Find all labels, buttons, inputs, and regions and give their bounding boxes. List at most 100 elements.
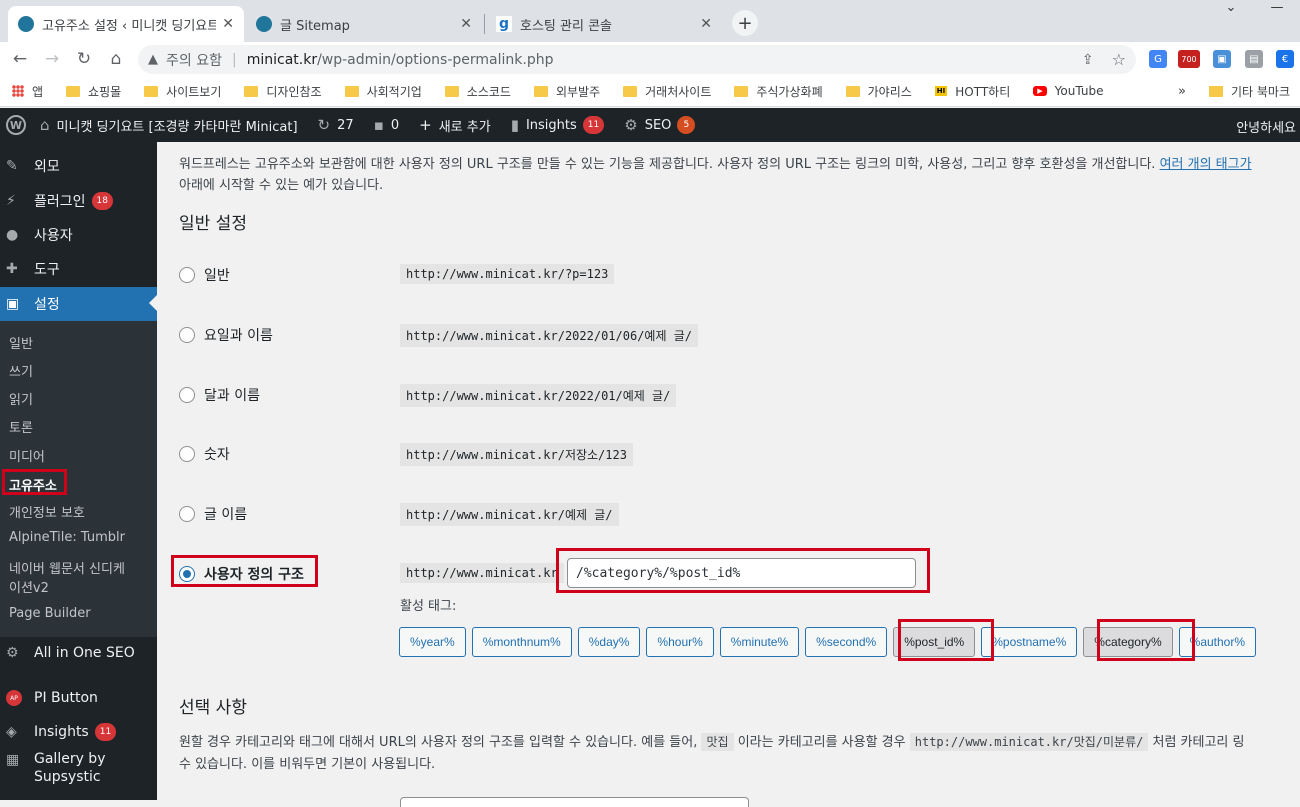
share-icon[interactable]: ⇪ <box>1082 52 1094 68</box>
forward-icon[interactable]: → <box>40 47 64 71</box>
bookmark-label: HOTT하티 <box>955 84 1011 99</box>
tab-search-icon[interactable]: ⌄ <box>1208 0 1254 20</box>
comments-link[interactable]: ▪ 0 <box>374 116 399 134</box>
menu-all-in-one-seo[interactable]: ⚙ All in One SEO <box>0 636 157 670</box>
bookmark-apps[interactable]: 앱 <box>12 83 43 100</box>
minimize-icon[interactable]: — <box>1254 0 1300 20</box>
close-icon[interactable]: ✕ <box>222 16 234 32</box>
submenu-naver-syndication-line2[interactable]: 이션v2 <box>9 577 49 596</box>
submenu-reading[interactable]: 읽기 <box>9 389 33 408</box>
radio-month-name[interactable] <box>179 387 195 403</box>
folder-icon <box>623 85 638 97</box>
optional-example-url: http://www.minicat.kr/맛집/미분류/ <box>909 733 1149 751</box>
bookmark-youtube[interactable]: ▶ YouTube <box>1033 84 1103 98</box>
home-icon[interactable]: ⌂ <box>104 47 128 71</box>
menu-gallery-supsystic[interactable]: ▦ Gallery by Supsystic <box>0 750 157 794</box>
custom-structure-prefix: http://www.minicat.kr <box>400 563 564 583</box>
apps-grid-icon <box>12 85 24 97</box>
tag-year[interactable]: %year% <box>399 627 466 657</box>
radio-plain[interactable] <box>179 267 195 283</box>
updates-link[interactable]: ↻ 27 <box>318 116 354 134</box>
submenu-alpinetile[interactable]: AlpineTile: Tumblr <box>9 530 125 545</box>
bookmarks-overflow-button[interactable]: » <box>1178 84 1186 99</box>
other-bookmarks[interactable]: 기타 북마크 <box>1208 83 1290 100</box>
menu-insights[interactable]: ◈ Insights 11 <box>0 715 157 749</box>
tag-author[interactable]: %author% <box>1178 627 1257 657</box>
browser-tab-hosting[interactable]: g 호스팅 관리 콘솔 ✕ <box>486 6 722 42</box>
wordpress-logo-icon[interactable]: W <box>6 115 26 135</box>
browser-tab-permalink[interactable]: 고유주소 설정 ‹ 미니캣 딩기요트 [조경량 ✕ <box>8 6 244 42</box>
submenu-naver-syndication[interactable]: 네이버 웹문서 신디케 <box>9 558 125 577</box>
address-bar[interactable]: ▲ 주의 요함 | minicat.kr/wp-admin/options-pe… <box>138 45 1136 74</box>
mail-extension-icon[interactable]: 700 <box>1178 50 1200 68</box>
bookmark-folder[interactable]: 사회적기업 <box>344 83 422 100</box>
menu-tools[interactable]: ✚ 도구 <box>0 252 157 286</box>
submenu-discussion[interactable]: 토론 <box>9 417 33 436</box>
browser-tab-sitemap[interactable]: 글 Sitemap ✕ <box>246 6 482 42</box>
submenu-media[interactable]: 미디어 <box>9 446 45 465</box>
bookmark-folder[interactable]: 사이트보기 <box>144 83 221 100</box>
reload-icon[interactable]: ↻ <box>72 47 96 71</box>
submenu-page-builder[interactable]: Page Builder <box>9 606 91 621</box>
submenu-writing[interactable]: 쓰기 <box>9 361 33 380</box>
option-month-name[interactable]: 달과 이름 <box>179 385 260 405</box>
option-custom-structure[interactable]: 사용자 정의 구조 <box>179 564 304 584</box>
tag-second[interactable]: %second% <box>805 627 888 657</box>
tag-hour[interactable]: %hour% <box>646 627 714 657</box>
menu-appearance[interactable]: ✎ 외모 <box>0 149 157 183</box>
radio-custom-structure[interactable] <box>179 566 195 582</box>
menu-pi-button[interactable]: AP PI Button <box>0 681 157 715</box>
insights-link[interactable]: ▮ Insights 11 <box>511 116 605 134</box>
radio-post-name[interactable] <box>179 506 195 522</box>
seo-link[interactable]: ⚙ SEO 5 <box>624 116 696 134</box>
option-numeric[interactable]: 숫자 <box>179 444 230 464</box>
radio-day-name[interactable] <box>179 327 195 343</box>
custom-structure-input[interactable] <box>567 558 916 588</box>
bookmark-folder[interactable]: 소스코드 <box>444 83 511 100</box>
extension-icon[interactable]: ▣ <box>1213 50 1231 68</box>
tag-postname[interactable]: %postname% <box>981 627 1078 657</box>
account-greeting[interactable]: 안녕하세요 <box>1236 117 1296 136</box>
intro-link[interactable]: 여러 개의 태그가 <box>1160 157 1252 172</box>
browser-toolbar: ← → ↻ ⌂ ▲ 주의 요함 | minicat.kr/wp-admin/op… <box>0 42 1300 76</box>
option-day-name[interactable]: 요일과 이름 <box>179 325 273 345</box>
new-content-link[interactable]: + 새로 추가 <box>419 116 491 135</box>
bookmark-hott[interactable]: HI HOTT하티 <box>934 83 1011 100</box>
menu-plugins[interactable]: ⚡ 플러그인 18 <box>0 184 157 218</box>
menu-label: PI Button <box>34 690 98 706</box>
submenu-privacy[interactable]: 개인정보 보호 <box>9 502 85 521</box>
tag-post-id[interactable]: %post_id% <box>893 627 976 657</box>
bookmark-folder[interactable]: 외부발주 <box>533 83 600 100</box>
tag-category[interactable]: %category% <box>1083 627 1173 657</box>
submenu-general[interactable]: 일반 <box>9 333 33 352</box>
bookmark-star-icon[interactable]: ☆ <box>1112 50 1126 69</box>
bookmark-folder[interactable]: 주식가상화폐 <box>734 83 823 100</box>
close-icon[interactable]: ✕ <box>460 16 472 32</box>
cast-extension-icon[interactable]: ▤ <box>1245 50 1263 68</box>
bookmark-folder[interactable]: 쇼핑몰 <box>66 83 121 100</box>
currency-extension-icon[interactable]: € <box>1276 50 1294 68</box>
tag-monthnum[interactable]: %monthnum% <box>471 627 572 657</box>
submenu-permalinks[interactable]: 고유주소 <box>9 475 57 494</box>
option-post-name[interactable]: 글 이름 <box>179 504 247 524</box>
menu-settings[interactable]: ▣ 설정 <box>0 287 157 321</box>
available-tags: %year% %monthnum% %day% %hour% %minute% … <box>399 627 1262 657</box>
radio-numeric[interactable] <box>179 446 195 462</box>
tag-minute[interactable]: %minute% <box>719 627 800 657</box>
option-label: 사용자 정의 구조 <box>204 567 304 583</box>
category-base-input[interactable] <box>400 797 749 807</box>
bookmark-folder[interactable]: 거래처사이트 <box>623 83 711 100</box>
close-icon[interactable]: ✕ <box>700 16 712 32</box>
translate-extension-icon[interactable]: G <box>1149 50 1167 68</box>
bookmark-label: 거래처사이트 <box>645 84 712 99</box>
option-plain[interactable]: 일반 <box>179 265 230 285</box>
bookmark-folder[interactable]: 디자인참조 <box>244 83 322 100</box>
folder-icon <box>444 85 459 97</box>
back-icon[interactable]: ← <box>8 47 32 71</box>
bookmark-folder[interactable]: 가야리스 <box>845 83 912 100</box>
tag-day[interactable]: %day% <box>577 627 641 657</box>
menu-users[interactable]: ● 사용자 <box>0 218 157 252</box>
new-tab-button[interactable]: + <box>732 10 758 36</box>
menu-label: 플러그인 <box>34 194 86 210</box>
site-name-link[interactable]: ⌂ 미니캣 딩기요트 [조경량 카타마란 Minicat] <box>40 116 298 135</box>
